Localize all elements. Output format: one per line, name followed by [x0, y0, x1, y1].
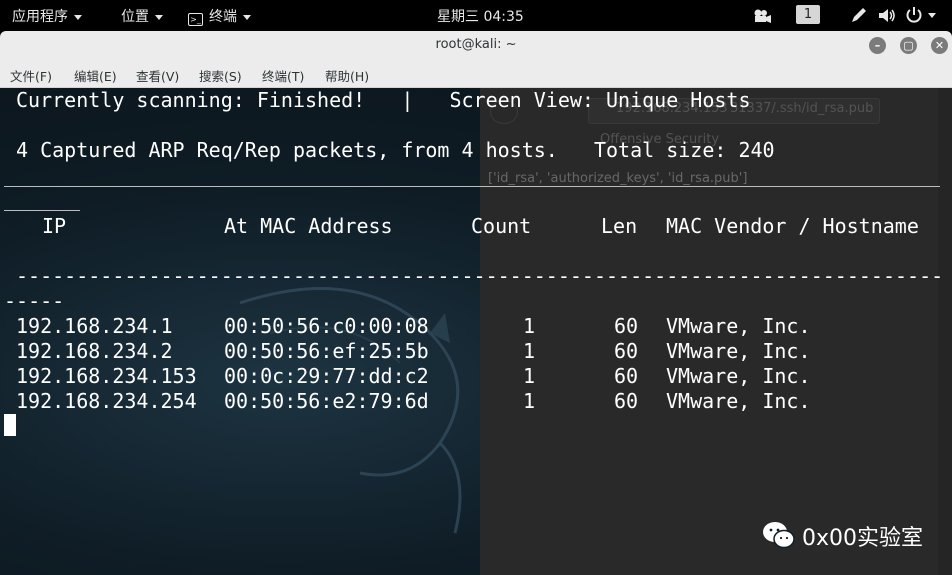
- separator-line: [4, 210, 80, 211]
- cell-mac: 00:50:56:e2:79:6d: [224, 389, 429, 413]
- cell-count: 1: [523, 314, 536, 338]
- header-vendor: MAC Vendor / Hostname: [666, 214, 919, 238]
- scrollbar: [938, 88, 952, 575]
- cell-len: 60: [614, 314, 639, 338]
- summary-line: 4 Captured ARP Req/Rep packets, from 4 h…: [16, 138, 775, 162]
- header-ip: IP: [42, 214, 67, 238]
- menu-help[interactable]: 帮助(H): [325, 66, 369, 85]
- terminal-view[interactable]: 192.168.234.153 31337/.ssh/id_rsa.pub Of…: [0, 88, 952, 575]
- chevron-down-icon: [155, 14, 163, 20]
- cell-count: 1: [523, 389, 536, 413]
- volume-icon[interactable]: [878, 8, 896, 23]
- chevron-down-icon[interactable]: [928, 13, 936, 18]
- cell-ip: 192.168.234.153: [16, 364, 197, 388]
- separator-line: [4, 186, 940, 187]
- close-icon: ✕: [934, 39, 945, 52]
- places-menu[interactable]: 位置: [121, 6, 163, 26]
- page-text: ['id_rsa', 'authorized_keys', 'id_rsa.pu…: [488, 171, 748, 186]
- minimize-button[interactable]: –: [869, 37, 886, 54]
- dash-row: ----------------------------------------…: [16, 264, 944, 288]
- menu-search[interactable]: 搜索(S): [199, 66, 242, 85]
- cell-len: 60: [614, 339, 639, 363]
- chevron-down-icon: [74, 14, 82, 20]
- video-camera-icon[interactable]: [752, 8, 772, 24]
- wechat-icon: [763, 522, 795, 549]
- header-count: Count: [471, 214, 532, 238]
- places-label: 位置: [121, 9, 149, 25]
- menu-view[interactable]: 查看(V): [136, 66, 179, 85]
- menubar: 文件(F) 编辑(E) 查看(V) 搜索(S) 终端(T) 帮助(H): [0, 61, 952, 88]
- power-icon[interactable]: [905, 6, 923, 24]
- cell-vendor: VMware, Inc.: [666, 339, 811, 363]
- cell-mac: 00:50:56:ef:25:5b: [224, 339, 429, 363]
- cell-len: 60: [614, 364, 639, 388]
- cell-ip: 192.168.234.2: [16, 339, 173, 363]
- chevron-down-icon: [243, 14, 251, 20]
- workspace-indicator[interactable]: 1: [796, 5, 820, 24]
- menu-terminal[interactable]: 终端(T): [262, 66, 304, 85]
- menu-file[interactable]: 文件(F): [10, 66, 52, 85]
- close-button[interactable]: ✕: [931, 37, 948, 54]
- cell-ip: 192.168.234.1: [16, 314, 173, 338]
- header-len: Len: [601, 214, 638, 238]
- titlebar[interactable]: root@kali: ~ – ▢ ✕: [0, 31, 952, 62]
- cell-vendor: VMware, Inc.: [666, 364, 811, 388]
- cell-ip: 192.168.234.254: [16, 389, 197, 413]
- cell-vendor: VMware, Inc.: [666, 389, 811, 413]
- pen-icon[interactable]: [850, 7, 868, 24]
- terminal-icon: >_: [188, 13, 203, 26]
- header-mac: At MAC Address: [224, 214, 393, 238]
- terminal-cursor: [4, 414, 16, 436]
- window-title: root@kali: ~: [435, 37, 517, 52]
- cell-count: 1: [523, 364, 536, 388]
- terminal-window: root@kali: ~ – ▢ ✕ 文件(F) 编辑(E) 查看(V) 搜索(…: [0, 31, 952, 575]
- cell-len: 60: [614, 389, 639, 413]
- cell-mac: 00:50:56:c0:00:08: [224, 314, 429, 338]
- cell-vendor: VMware, Inc.: [666, 314, 811, 338]
- cell-mac: 00:0c:29:77:dd:c2: [224, 364, 429, 388]
- maximize-icon: ▢: [903, 39, 914, 52]
- clock[interactable]: 星期三 04:35: [437, 6, 524, 26]
- terminal-app-menu[interactable]: >_ 终端: [188, 6, 251, 26]
- top-panel: 应用程序 位置 >_ 终端 星期三 04:35 1: [0, 0, 952, 31]
- minimize-icon: –: [874, 39, 881, 52]
- applications-label: 应用程序: [12, 9, 68, 25]
- status-line: Currently scanning: Finished! | Screen V…: [16, 88, 751, 112]
- url-path: 31337/.ssh/id_rsa.pub: [730, 101, 874, 116]
- terminal-app-label: 终端: [209, 9, 237, 25]
- maximize-button[interactable]: ▢: [900, 37, 917, 54]
- dash-row: -----: [4, 289, 65, 313]
- cell-count: 1: [523, 339, 536, 363]
- applications-menu[interactable]: 应用程序: [12, 6, 82, 26]
- menu-edit[interactable]: 编辑(E): [74, 66, 117, 85]
- watermark-text: 0x00实验室: [802, 526, 924, 551]
